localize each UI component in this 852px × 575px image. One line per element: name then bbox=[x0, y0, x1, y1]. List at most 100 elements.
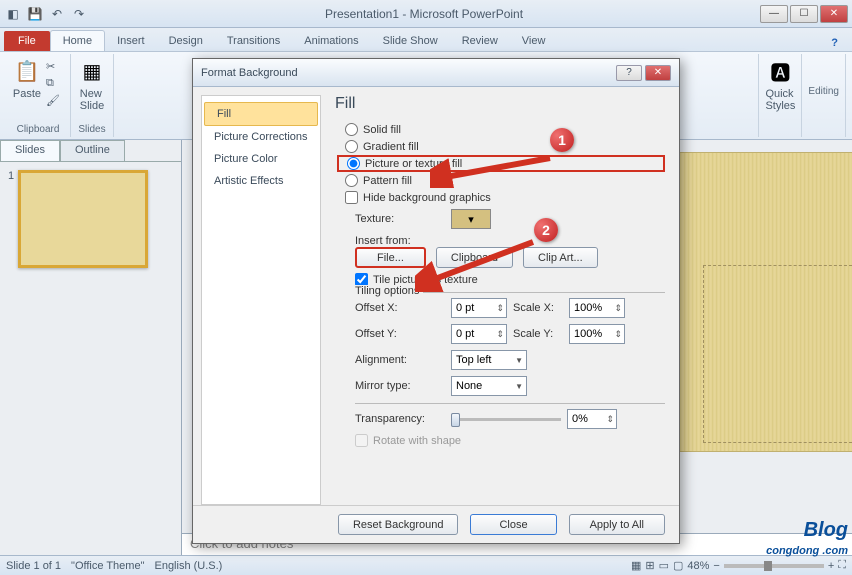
quick-styles-button[interactable]: 🅰 Quick Styles bbox=[765, 56, 795, 112]
view-slideshow-icon[interactable]: ▢ bbox=[673, 559, 683, 572]
offset-x-label: Offset X: bbox=[355, 302, 445, 314]
paste-label: Paste bbox=[13, 88, 41, 100]
scale-y-input[interactable]: 100% bbox=[569, 324, 625, 344]
view-sorter-icon[interactable]: ⊞ bbox=[645, 559, 654, 572]
view-reading-icon[interactable]: ▭ bbox=[659, 559, 669, 572]
mirror-combo[interactable]: None bbox=[451, 376, 527, 396]
status-slide: Slide 1 of 1 bbox=[6, 560, 61, 572]
copy-icon[interactable]: ⧉ bbox=[46, 77, 64, 91]
offset-y-input[interactable]: 0 pt bbox=[451, 324, 507, 344]
group-label-slides: Slides bbox=[78, 124, 105, 135]
alignment-label: Alignment: bbox=[355, 354, 445, 366]
group-clipboard: 📋 Paste ✂ ⧉ 🖌 Clipboard bbox=[6, 54, 71, 137]
cut-icon[interactable]: ✂ bbox=[46, 60, 64, 74]
quick-styles-label: Quick Styles bbox=[765, 88, 795, 112]
ribbon-tabs: File Home Insert Design Transitions Anim… bbox=[0, 28, 852, 52]
annotation-arrow-1 bbox=[430, 148, 560, 188]
new-slide-label: New Slide bbox=[80, 88, 104, 112]
alignment-combo[interactable]: Top left bbox=[451, 350, 527, 370]
side-item-color[interactable]: Picture Color bbox=[202, 148, 320, 170]
save-icon[interactable]: 💾 bbox=[26, 5, 44, 23]
dialog-footer: Reset Background Close Apply to All bbox=[193, 505, 679, 543]
radio-solid-fill[interactable]: Solid fill bbox=[335, 121, 665, 138]
undo-icon[interactable]: ↶ bbox=[48, 5, 66, 23]
new-slide-button[interactable]: ▦ New Slide bbox=[77, 56, 107, 112]
tab-slideshow[interactable]: Slide Show bbox=[371, 31, 450, 51]
thumb-preview bbox=[18, 170, 148, 268]
zoom-slider[interactable] bbox=[724, 564, 824, 568]
slide-preview bbox=[672, 152, 852, 452]
annotation-badge-1: 1 bbox=[550, 128, 574, 152]
dialog-sidebar: Fill Picture Corrections Picture Color A… bbox=[201, 95, 321, 505]
mirror-label: Mirror type: bbox=[355, 380, 445, 392]
file-tab[interactable]: File bbox=[4, 31, 50, 51]
dialog-titlebar[interactable]: Format Background ? ✕ bbox=[193, 59, 679, 87]
annotation-arrow-2 bbox=[415, 232, 545, 292]
transparency-label: Transparency: bbox=[355, 413, 445, 425]
zoom-in-button[interactable]: + bbox=[828, 560, 834, 572]
zoom-level[interactable]: 48% bbox=[687, 560, 709, 572]
redo-icon[interactable]: ↷ bbox=[70, 5, 88, 23]
apply-all-button[interactable]: Apply to All bbox=[569, 514, 665, 535]
title-bar: ◧ 💾 ↶ ↷ Presentation1 - Microsoft PowerP… bbox=[0, 0, 852, 28]
maximize-button[interactable]: ☐ bbox=[790, 5, 818, 23]
format-painter-icon[interactable]: 🖌 bbox=[46, 94, 64, 108]
close-dialog-button[interactable]: Close bbox=[470, 514, 556, 535]
group-label-clipboard: Clipboard bbox=[17, 124, 60, 135]
tiling-label: Tiling options bbox=[355, 285, 423, 297]
slide-panel: Slides Outline 1 bbox=[0, 140, 182, 555]
offset-x-input[interactable]: 0 pt bbox=[451, 298, 507, 318]
new-slide-icon: ▦ bbox=[77, 56, 107, 86]
zoom-controls: ▦ ⊞ ▭ ▢ 48% − + ⛶ bbox=[631, 559, 846, 572]
zoom-out-button[interactable]: − bbox=[713, 560, 719, 572]
tab-animations[interactable]: Animations bbox=[292, 31, 370, 51]
panel-tab-outline[interactable]: Outline bbox=[60, 140, 125, 161]
panel-tabs: Slides Outline bbox=[0, 140, 181, 162]
tab-transitions[interactable]: Transitions bbox=[215, 31, 292, 51]
dialog-title: Format Background bbox=[201, 67, 613, 79]
tab-insert[interactable]: Insert bbox=[105, 31, 157, 51]
offset-y-label: Offset Y: bbox=[355, 328, 445, 340]
watermark-logo: Blog congdong .com bbox=[766, 521, 848, 557]
app-icon: ◧ bbox=[4, 5, 22, 23]
panel-tab-slides[interactable]: Slides bbox=[0, 140, 60, 161]
group-label-editing: Editing bbox=[808, 86, 839, 97]
alignment-row: Alignment: Top left bbox=[335, 347, 665, 373]
tab-design[interactable]: Design bbox=[157, 31, 215, 51]
reset-button[interactable]: Reset Background bbox=[338, 514, 459, 535]
offset-x-row: Offset X: 0 pt Scale X: 100% bbox=[335, 295, 665, 321]
fit-icon[interactable]: ⛶ bbox=[838, 559, 846, 572]
thumb-number: 1 bbox=[8, 170, 14, 182]
texture-picker[interactable]: ▾ bbox=[451, 209, 491, 229]
annotation-badge-2: 2 bbox=[534, 218, 558, 242]
transparency-input[interactable]: 0% bbox=[567, 409, 617, 429]
dialog-help-button[interactable]: ? bbox=[616, 65, 642, 81]
help-icon[interactable]: ? bbox=[825, 35, 844, 51]
minimize-button[interactable]: — bbox=[760, 5, 788, 23]
side-item-fill[interactable]: Fill bbox=[204, 102, 318, 126]
group-slides: ▦ New Slide Slides bbox=[71, 54, 114, 137]
status-theme: "Office Theme" bbox=[71, 560, 144, 572]
scale-y-label: Scale Y: bbox=[513, 328, 563, 340]
checkbox-hide-bg[interactable]: Hide background graphics bbox=[335, 189, 665, 206]
side-item-artistic[interactable]: Artistic Effects bbox=[202, 170, 320, 192]
paste-icon: 📋 bbox=[12, 56, 42, 86]
scale-x-input[interactable]: 100% bbox=[569, 298, 625, 318]
side-item-corrections[interactable]: Picture Corrections bbox=[202, 126, 320, 148]
thumbnails: 1 bbox=[0, 162, 181, 276]
tab-home[interactable]: Home bbox=[50, 30, 105, 51]
transparency-row: Transparency: 0% bbox=[335, 406, 665, 432]
thumbnail-1[interactable]: 1 bbox=[8, 170, 173, 268]
paste-button[interactable]: 📋 Paste bbox=[12, 56, 42, 108]
tab-view[interactable]: View bbox=[510, 31, 558, 51]
tab-review[interactable]: Review bbox=[450, 31, 510, 51]
status-language[interactable]: English (U.S.) bbox=[154, 560, 222, 572]
checkbox-rotate: Rotate with shape bbox=[335, 432, 665, 449]
transparency-slider[interactable] bbox=[451, 418, 561, 421]
fill-heading: Fill bbox=[335, 95, 665, 113]
dialog-close-button[interactable]: ✕ bbox=[645, 65, 671, 81]
close-button[interactable]: ✕ bbox=[820, 5, 848, 23]
view-normal-icon[interactable]: ▦ bbox=[631, 559, 641, 572]
format-background-dialog: Format Background ? ✕ Fill Picture Corre… bbox=[192, 58, 680, 544]
texture-row: Texture: ▾ bbox=[335, 206, 665, 232]
